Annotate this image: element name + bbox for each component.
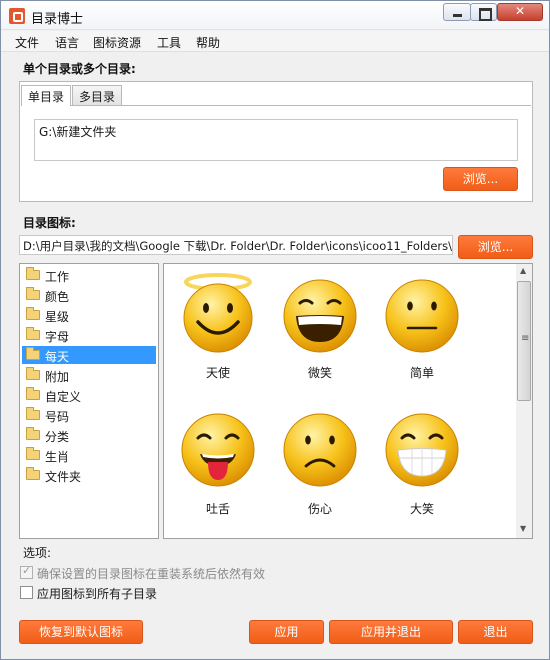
menu-tools[interactable]: 工具 bbox=[157, 34, 181, 51]
tree-item-label: 星级 bbox=[45, 310, 70, 324]
folder-icon bbox=[26, 367, 40, 380]
restore-default-button[interactable]: 恢复到默认图标 bbox=[19, 620, 143, 644]
folder-icon bbox=[26, 287, 40, 300]
persist-icon-label: 确保设置的目录图标在重装系统后依然有效 bbox=[37, 567, 266, 581]
tongue-face-icon bbox=[181, 413, 255, 487]
window-title: 目录博士 bbox=[31, 12, 84, 27]
apply-subdirs-checkbox[interactable] bbox=[20, 586, 33, 599]
icon-browse-button[interactable]: 浏览... bbox=[458, 235, 533, 259]
tree-item-label: 字母 bbox=[45, 330, 70, 344]
menu-bar: 文件 语言 图标资源 工具 帮助 bbox=[1, 31, 549, 52]
sad-face-icon bbox=[283, 413, 357, 487]
tree-item-label: 文件夹 bbox=[45, 470, 82, 484]
icon-gallery: 天使 微笑 简单 吐舌 伤心 大笑 ▲ ≡ ▼ bbox=[163, 263, 533, 539]
tree-item-label: 生肖 bbox=[45, 450, 70, 464]
icon-heading: 目录图标: bbox=[23, 216, 76, 230]
category-tree: 工作 颜色 星级 字母 每天 附加 自定义 号码 分类 生肖 文件夹 bbox=[19, 263, 159, 539]
minimize-button[interactable] bbox=[443, 3, 471, 21]
icon-label: 吐舌 bbox=[205, 502, 230, 516]
tree-item-label: 每天 bbox=[45, 350, 70, 364]
tree-item-label: 附加 bbox=[45, 370, 70, 384]
menu-icon-resources[interactable]: 图标资源 bbox=[93, 34, 141, 51]
icon-item-grin[interactable]: 微笑 bbox=[270, 268, 370, 398]
tree-item-colors[interactable]: 颜色 bbox=[22, 286, 156, 304]
icon-label: 天使 bbox=[205, 366, 230, 380]
folder-icon bbox=[26, 447, 40, 460]
icon-item-sad[interactable]: 伤心 bbox=[270, 404, 370, 534]
tab-divider bbox=[21, 105, 531, 106]
tree-item-label: 颜色 bbox=[45, 290, 70, 304]
dir-browse-button[interactable]: 浏览... bbox=[443, 167, 518, 191]
tree-item-extra[interactable]: 附加 bbox=[22, 366, 156, 384]
persist-icon-checkbox[interactable] bbox=[20, 564, 33, 579]
folder-icon bbox=[26, 427, 40, 440]
folder-icon bbox=[26, 407, 40, 420]
icon-item-tongue[interactable]: 吐舌 bbox=[168, 404, 268, 534]
folder-icon bbox=[26, 327, 40, 340]
close-button[interactable] bbox=[497, 3, 543, 21]
angel-face-icon bbox=[183, 273, 253, 353]
icon-item-laugh[interactable]: 大笑 bbox=[372, 404, 472, 534]
tree-item-zodiac[interactable]: 生肖 bbox=[22, 446, 156, 464]
app-icon bbox=[9, 8, 25, 24]
tree-item-label: 工作 bbox=[45, 270, 70, 284]
icon-label: 微笑 bbox=[307, 366, 332, 380]
dirs-heading: 单个目录或多个目录: bbox=[23, 62, 136, 76]
folder-icon bbox=[26, 267, 40, 280]
tree-item-letters[interactable]: 字母 bbox=[22, 326, 156, 344]
tab-single-dir[interactable]: 单目录 bbox=[21, 85, 72, 106]
neutral-face-icon bbox=[385, 279, 459, 353]
icon-path-field[interactable]: D:\用户目录\我的文档\Google 下载\Dr. Folder\Dr. Fo… bbox=[19, 235, 453, 255]
maximize-button[interactable] bbox=[470, 3, 497, 21]
tab-multi-dir[interactable]: 多目录 bbox=[72, 85, 123, 105]
scroll-down-icon[interactable]: ▼ bbox=[520, 524, 526, 533]
laugh-face-icon bbox=[385, 413, 459, 487]
title-bar: 目录博士 bbox=[1, 1, 549, 30]
tree-item-categories[interactable]: 分类 bbox=[22, 426, 156, 444]
apply-exit-button[interactable]: 应用并退出 bbox=[329, 620, 453, 644]
icon-label: 大笑 bbox=[409, 502, 434, 516]
tree-item-label: 自定义 bbox=[45, 390, 82, 404]
folder-icon bbox=[26, 307, 40, 320]
icon-item-angel[interactable]: 天使 bbox=[168, 268, 268, 398]
folder-icon bbox=[26, 387, 40, 400]
tree-item-folders[interactable]: 文件夹 bbox=[22, 466, 156, 484]
tree-item-daily[interactable]: 每天 bbox=[22, 346, 156, 364]
scroll-thumb[interactable] bbox=[517, 281, 531, 401]
dir-path-field[interactable]: G:\新建文件夹 bbox=[34, 119, 518, 161]
tree-item-work[interactable]: 工作 bbox=[22, 266, 156, 284]
options-heading: 选项: bbox=[23, 546, 52, 560]
menu-help[interactable]: 帮助 bbox=[196, 34, 220, 51]
apply-button[interactable]: 应用 bbox=[249, 620, 324, 644]
folder-icon bbox=[26, 467, 40, 480]
grin-face-icon bbox=[283, 279, 357, 353]
menu-language[interactable]: 语言 bbox=[55, 34, 79, 51]
scroll-up-icon[interactable]: ▲ bbox=[520, 266, 526, 275]
tree-item-stars[interactable]: 星级 bbox=[22, 306, 156, 324]
menu-file[interactable]: 文件 bbox=[15, 34, 39, 51]
folder-icon bbox=[26, 347, 40, 360]
icon-label: 伤心 bbox=[307, 502, 332, 516]
tree-item-label: 分类 bbox=[45, 430, 70, 444]
tree-item-custom[interactable]: 自定义 bbox=[22, 386, 156, 404]
gallery-scrollbar[interactable]: ▲ ▼ bbox=[516, 264, 532, 538]
exit-button[interactable]: 退出 bbox=[458, 620, 533, 644]
tree-item-numbers[interactable]: 号码 bbox=[22, 406, 156, 424]
icon-label: 简单 bbox=[409, 366, 434, 380]
tree-item-label: 号码 bbox=[45, 410, 70, 424]
icon-item-simple[interactable]: 简单 bbox=[372, 268, 472, 398]
main-window: 目录博士 文件 语言 图标资源 工具 帮助 单个目录或多个目录: 单目录 多目录… bbox=[0, 0, 550, 660]
apply-subdirs-label: 应用图标到所有子目录 bbox=[37, 587, 158, 601]
